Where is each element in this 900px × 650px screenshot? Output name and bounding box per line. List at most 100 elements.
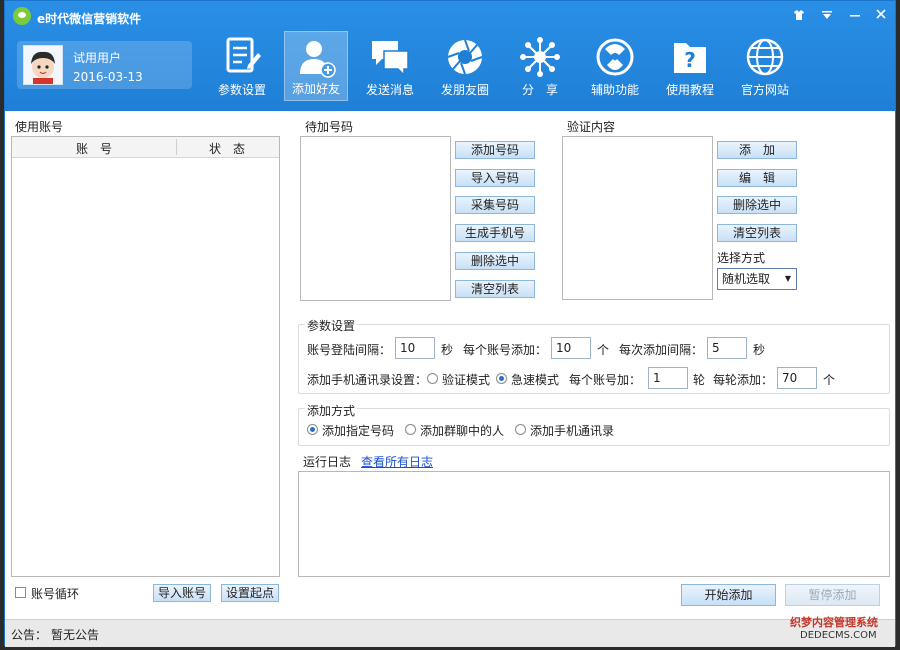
select-mode-dropdown[interactable]: 随机选取 ▼ <box>717 268 797 290</box>
per-account-rounds-input[interactable]: 1 <box>648 367 688 389</box>
each-interval-label: 每次添加间隔： <box>619 343 704 357</box>
verify-mode-label: 验证模式 <box>442 373 491 387</box>
unit-round: 轮 <box>693 373 706 387</box>
verify-title: 验证内容 <box>567 120 616 134</box>
avatar <box>23 45 63 85</box>
nav-official-site[interactable]: 官方网站 <box>733 31 797 101</box>
add-group-chat-radio[interactable] <box>405 424 416 435</box>
svg-text:?: ? <box>684 48 696 72</box>
login-interval-label: 账号登陆间隔： <box>307 343 392 357</box>
add-contacts-label: 添加手机通讯录 <box>530 424 615 438</box>
each-interval-input[interactable]: 5 <box>707 337 747 359</box>
nav-label: 发送消息 <box>365 83 414 97</box>
app-window: e时代微信营销软件 试用用户 2016-03-13 参数设置 添加好友 发送消息… <box>4 0 896 647</box>
accounts-title: 使用账号 <box>15 120 64 134</box>
nav-label: 添加好友 <box>291 82 340 96</box>
skin-menu-button[interactable] <box>789 7 809 27</box>
user-name: 试用用户 <box>73 51 122 65</box>
nav-send-message[interactable]: 发送消息 <box>358 31 422 101</box>
nav-label: 使用教程 <box>665 83 714 97</box>
account-loop-checkbox[interactable] <box>15 587 26 598</box>
wechat-logo-icon <box>13 7 31 25</box>
nav-label: 官方网站 <box>740 83 789 97</box>
edit-verify-button[interactable]: 编 辑 <box>717 169 797 187</box>
column-account[interactable]: 账 号 <box>12 140 176 157</box>
per-account-rounds-label: 每个账号加： <box>569 373 642 387</box>
delete-selected-number-button[interactable]: 删除选中 <box>455 252 535 270</box>
nav-tutorial[interactable]: ? 使用教程 <box>658 31 722 101</box>
message-icon <box>372 41 409 77</box>
per-account-add-label: 每个账号添加： <box>463 343 548 357</box>
clear-numbers-button[interactable]: 清空列表 <box>455 280 535 298</box>
settings-document-icon <box>226 37 261 73</box>
user-profile: 试用用户 2016-03-13 <box>17 41 192 89</box>
pending-numbers-list[interactable] <box>300 136 451 301</box>
avatar-icon <box>24 46 62 84</box>
unit-seconds-2: 秒 <box>753 343 766 357</box>
view-all-logs-link[interactable]: 查看所有日志 <box>361 453 433 470</box>
header-bar: e时代微信营销软件 试用用户 2016-03-13 参数设置 添加好友 发送消息… <box>5 1 895 111</box>
import-accounts-button[interactable]: 导入账号 <box>153 584 211 602</box>
chevron-down-icon <box>822 11 832 19</box>
nav-label: 分 享 <box>521 83 558 97</box>
announcement-text: 暂无公告 <box>51 628 100 642</box>
add-group-chat-label: 添加群聊中的人 <box>420 424 505 438</box>
share-icon <box>520 37 560 77</box>
unit-count: 个 <box>597 343 610 357</box>
close-button[interactable] <box>871 7 891 27</box>
nav-helper[interactable]: 辅助功能 <box>583 31 647 101</box>
login-interval-input[interactable]: 10 <box>395 337 435 359</box>
dropdown-arrow-icon: ▼ <box>784 274 792 283</box>
add-verify-button[interactable]: 添 加 <box>717 141 797 159</box>
add-number-button[interactable]: 添加号码 <box>455 141 535 159</box>
helper-icon <box>596 38 634 76</box>
contacts-setting-label: 添加手机通讯录设置： <box>307 373 428 387</box>
delete-selected-verify-button[interactable]: 删除选中 <box>717 196 797 214</box>
nav-param-settings[interactable]: 参数设置 <box>210 31 274 101</box>
clear-verify-button[interactable]: 清空列表 <box>717 224 797 242</box>
nav-add-friend[interactable]: 添加好友 <box>284 31 348 101</box>
add-specified-radio[interactable] <box>307 424 318 435</box>
verify-mode-radio[interactable] <box>427 373 438 384</box>
fast-mode-radio[interactable] <box>496 373 507 384</box>
per-round-input[interactable]: 70 <box>777 367 817 389</box>
announcement-label: 公告： <box>11 628 48 642</box>
status-bar: 公告： 暂无公告 <box>5 619 895 647</box>
set-start-button[interactable]: 设置起点 <box>221 584 279 602</box>
user-date: 2016-03-13 <box>73 70 143 84</box>
import-number-button[interactable]: 导入号码 <box>455 169 535 187</box>
fast-mode-label: 急速模式 <box>511 373 560 387</box>
pause-add-button[interactable]: 暂停添加 <box>785 584 880 606</box>
add-contacts-radio[interactable] <box>515 424 526 435</box>
nav-label: 参数设置 <box>217 83 266 97</box>
globe-icon <box>746 38 784 76</box>
log-area[interactable] <box>298 471 890 577</box>
watermark-line1: 织梦内容管理系统 <box>790 616 878 629</box>
column-status[interactable]: 状 态 <box>177 140 277 157</box>
shirt-icon <box>794 10 804 20</box>
add-method-title: 添加方式 <box>305 402 358 419</box>
account-loop-label: 账号循环 <box>31 587 80 601</box>
generate-phone-button[interactable]: 生成手机号 <box>455 224 535 242</box>
unit-seconds: 秒 <box>441 343 454 357</box>
close-icon <box>876 9 886 19</box>
menu-dropdown-button[interactable] <box>817 7 837 27</box>
collect-number-button[interactable]: 采集号码 <box>455 196 535 214</box>
verify-content-list[interactable] <box>562 136 713 300</box>
accounts-table[interactable]: 账 号 状 态 <box>11 136 280 577</box>
add-specified-label: 添加指定号码 <box>322 424 395 438</box>
minimize-button[interactable] <box>845 7 865 27</box>
add-friend-icon <box>300 41 336 78</box>
start-add-button[interactable]: 开始添加 <box>681 584 776 606</box>
per-round-label: 每轮添加： <box>713 373 774 387</box>
nav-label: 辅助功能 <box>590 83 639 97</box>
tutorial-icon: ? <box>674 43 706 73</box>
nav-share[interactable]: 分 享 <box>508 31 572 101</box>
nav-label: 发朋友圈 <box>440 83 489 97</box>
select-mode-label: 选择方式 <box>717 251 766 265</box>
select-mode-value: 随机选取 <box>722 272 771 286</box>
nav-moments[interactable]: 发朋友圈 <box>433 31 497 101</box>
per-account-add-input[interactable]: 10 <box>551 337 591 359</box>
camera-shutter-icon <box>447 39 483 75</box>
unit-count-2: 个 <box>823 373 836 387</box>
